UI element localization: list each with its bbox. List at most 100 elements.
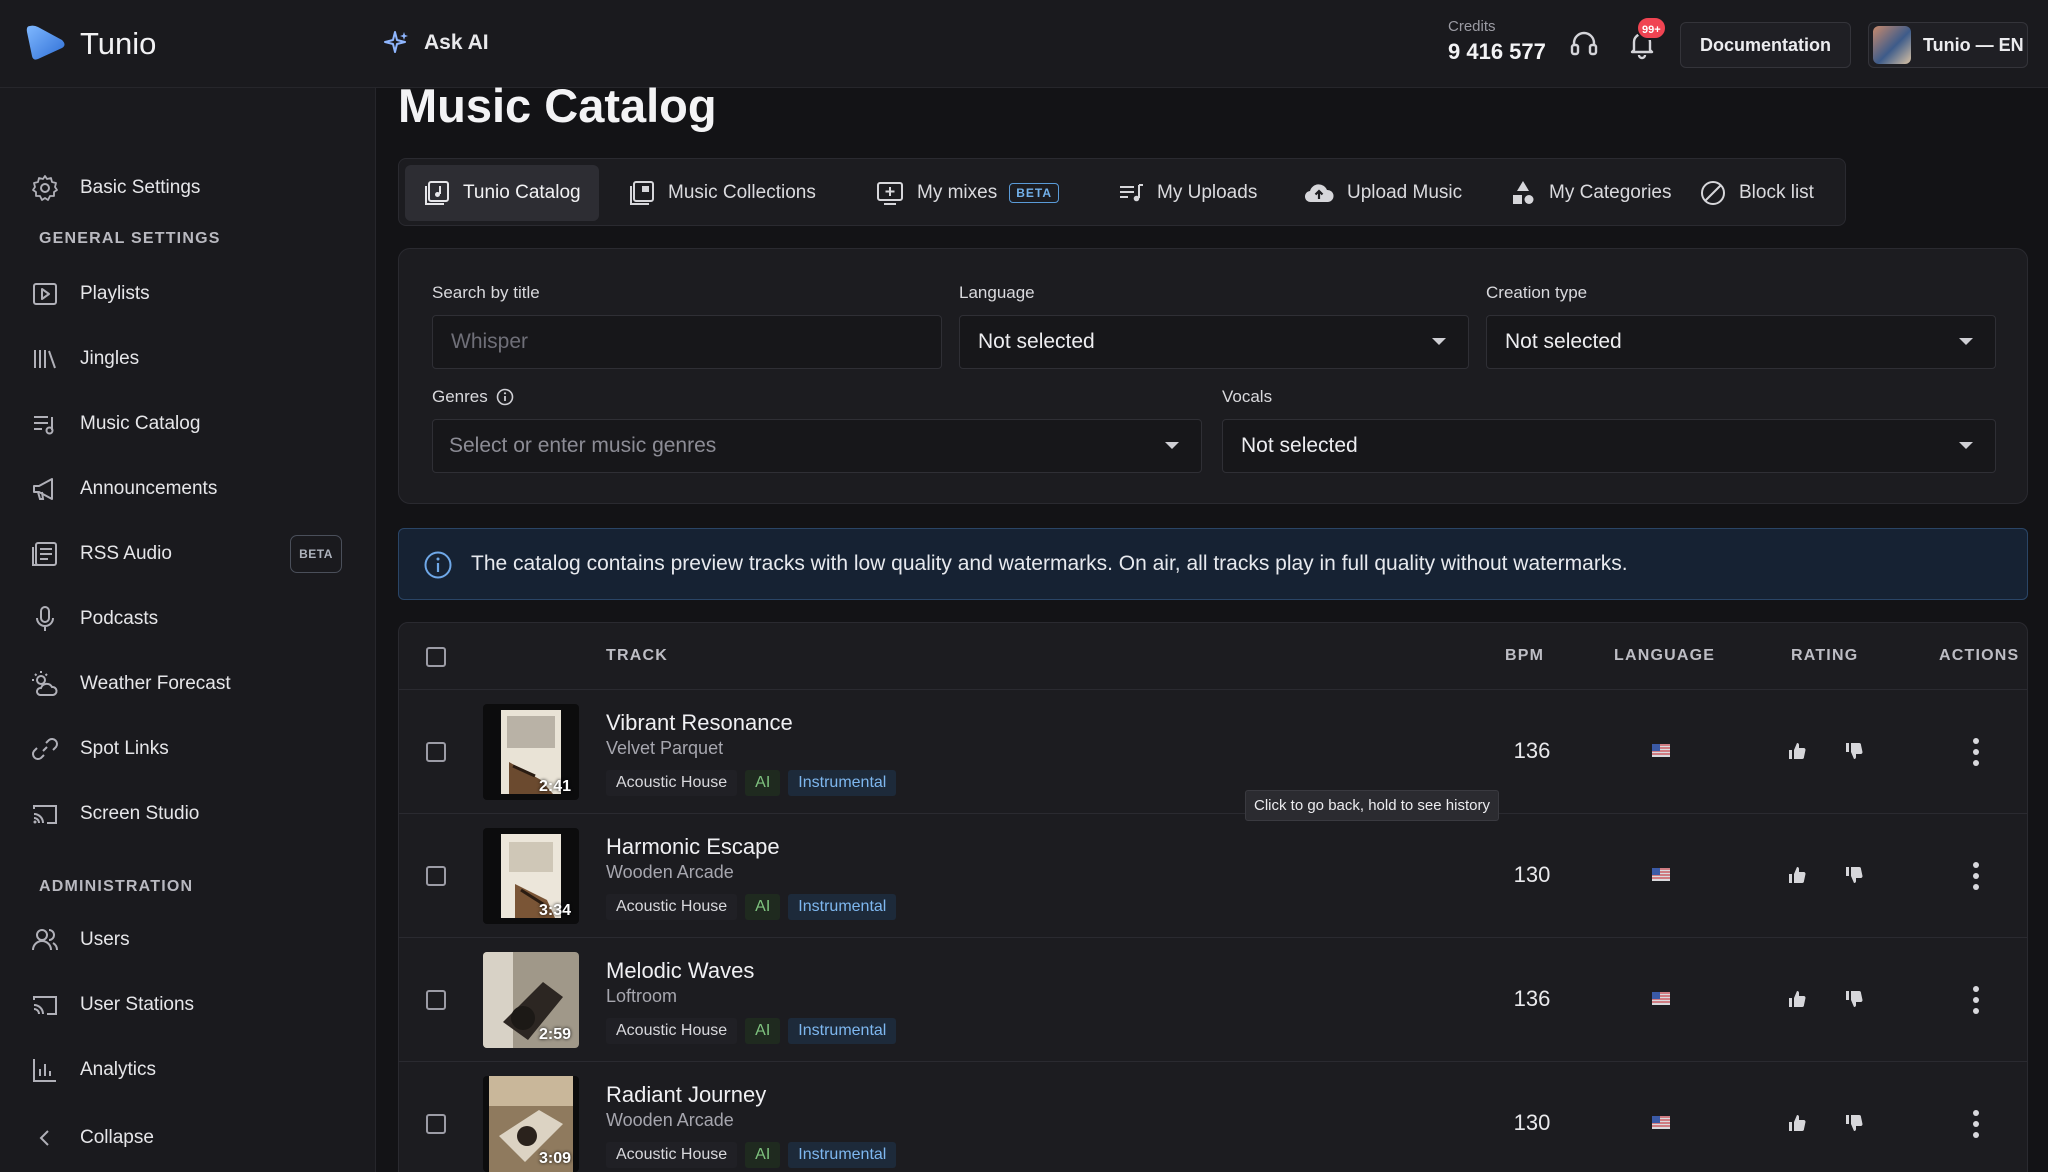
cast-icon — [33, 805, 57, 824]
chevron-left-icon — [39, 1130, 49, 1146]
sidebar-item-label: Analytics — [80, 1059, 157, 1080]
sidebar-item-label: Screen Studio — [80, 803, 200, 824]
tab-block-list[interactable]: Block list — [1681, 165, 1832, 221]
track-cover[interactable]: 2:59 — [483, 952, 579, 1048]
track-cover[interactable]: 3:09 — [483, 1076, 579, 1172]
creation-type-value: Not selected — [1505, 330, 1622, 353]
thumbs-down-icon[interactable] — [1843, 1112, 1865, 1134]
weather-icon — [32, 671, 58, 696]
sidebar-item-label: Announcements — [80, 478, 218, 499]
catalog-tabs: Tunio Catalog Music Collections My mixes… — [398, 158, 1846, 226]
sidebar-item-spot-links[interactable]: Spot Links — [0, 723, 376, 775]
thumbs-up-icon[interactable] — [1786, 740, 1808, 762]
tooltip: Click to go back, hold to see history — [1245, 790, 1499, 821]
duration-label: 3:09 — [538, 1150, 571, 1167]
genres-label: Genres — [432, 387, 488, 406]
column-header-bpm: BPM — [1505, 647, 1545, 664]
info-icon[interactable] — [496, 388, 514, 406]
thumbs-down-icon[interactable] — [1843, 864, 1865, 886]
track-cover[interactable]: 2:41 — [483, 704, 579, 800]
row-checkbox[interactable] — [426, 742, 446, 762]
vocals-value: Not selected — [1241, 434, 1358, 457]
thumbs-up-icon[interactable] — [1786, 864, 1808, 886]
sidebar-item-users[interactable]: Users — [0, 914, 376, 966]
tab-upload-music[interactable]: Upload Music — [1285, 165, 1480, 221]
us-flag-icon — [1652, 744, 1670, 757]
duration-label: 2:41 — [538, 778, 571, 795]
table-row[interactable]: 2:59 Melodic Waves Loftroom Acoustic Hou… — [399, 937, 2027, 1061]
thumbs-down-icon[interactable] — [1843, 988, 1865, 1010]
ask-ai-button[interactable]: Ask AI — [384, 30, 489, 56]
sidebar-item-podcasts[interactable]: Podcasts — [0, 593, 376, 645]
tab-tunio-catalog[interactable]: Tunio Catalog — [405, 165, 599, 221]
block-icon — [1701, 181, 1725, 205]
vocals-select[interactable]: Not selected — [1222, 419, 1996, 473]
select-all-checkbox[interactable] — [426, 647, 446, 667]
row-checkbox[interactable] — [426, 1114, 446, 1134]
tunio-logo-icon[interactable] — [24, 22, 68, 62]
category-icon — [1513, 181, 1534, 204]
table-row[interactable]: 2:41 Vibrant Resonance Velvet Parquet Ac… — [399, 689, 2027, 813]
track-cover[interactable]: 3:34 — [483, 828, 579, 924]
documentation-button[interactable]: Documentation — [1680, 22, 1851, 68]
track-title[interactable]: Melodic Waves — [606, 958, 754, 984]
users-icon — [32, 929, 59, 951]
table-row[interactable]: 3:09 Radiant Journey Wooden Arcade Acous… — [399, 1061, 2027, 1172]
sidebar-item-rss-audio[interactable]: RSS Audio BETA — [0, 528, 376, 580]
sidebar-item-music-catalog[interactable]: Music Catalog — [0, 398, 376, 450]
sidebar-item-analytics[interactable]: Analytics — [0, 1044, 376, 1096]
more-actions-icon[interactable] — [1971, 986, 1981, 1014]
more-actions-icon[interactable] — [1971, 1110, 1981, 1138]
tab-my-uploads[interactable]: My Uploads — [1099, 165, 1275, 221]
tab-music-collections[interactable]: Music Collections — [610, 165, 834, 221]
table-row[interactable]: 3:34 Harmonic Escape Wooden Arcade Acous… — [399, 813, 2027, 937]
creation-type-select[interactable]: Not selected — [1486, 315, 1996, 369]
stations-icon — [33, 996, 57, 1015]
track-title[interactable]: Harmonic Escape — [606, 834, 780, 860]
sidebar-item-label: RSS Audio — [80, 543, 172, 564]
row-checkbox[interactable] — [426, 866, 446, 886]
collections-icon — [630, 181, 654, 205]
ai-tag: AI — [745, 770, 781, 796]
beta-badge: BETA — [1009, 183, 1060, 203]
account-button[interactable]: Tunio — EN — [1868, 22, 2028, 68]
tab-my-categories[interactable]: My Categories — [1491, 165, 1690, 221]
sidebar-item-screen-studio[interactable]: Screen Studio — [0, 788, 376, 840]
track-artist: Wooden Arcade — [606, 862, 734, 882]
collapse-button[interactable]: Collapse — [0, 1112, 376, 1164]
sidebar-item-label: Spot Links — [80, 738, 169, 759]
bpm-value: 130 — [1513, 1110, 1551, 1135]
ai-tag: AI — [745, 894, 781, 920]
more-actions-icon[interactable] — [1971, 738, 1981, 766]
sidebar-item-user-stations[interactable]: User Stations — [0, 979, 376, 1031]
thumbs-down-icon[interactable] — [1843, 740, 1865, 762]
thumbs-up-icon[interactable] — [1786, 988, 1808, 1010]
sidebar-item-jingles[interactable]: Jingles — [0, 333, 376, 385]
row-checkbox[interactable] — [426, 990, 446, 1010]
genres-select[interactable]: Select or enter music genres — [432, 419, 1202, 473]
tracks-table: TRACK BPM LANGUAGE RATING ACTIONS 2:41 V… — [398, 622, 2028, 1172]
sidebar-item-playlists[interactable]: Playlists — [0, 268, 376, 320]
cloud-upload-icon — [1304, 184, 1334, 203]
tab-label: My Uploads — [1157, 182, 1258, 203]
more-actions-icon[interactable] — [1971, 862, 1981, 890]
caret-down-icon — [1959, 442, 1973, 449]
language-select[interactable]: Not selected — [959, 315, 1469, 369]
headset-icon[interactable] — [1568, 28, 1600, 60]
bpm-value: 130 — [1513, 862, 1551, 887]
sidebar-item-weather-forecast[interactable]: Weather Forecast — [0, 658, 376, 710]
credits-display: Credits 9 416 577 — [1448, 18, 1546, 65]
track-title[interactable]: Vibrant Resonance — [606, 710, 793, 736]
column-header-language: LANGUAGE — [1614, 647, 1716, 664]
sparkle-icon — [384, 31, 408, 53]
sidebar-item-basic-settings[interactable]: Basic Settings — [0, 162, 376, 214]
search-input[interactable] — [432, 315, 942, 369]
thumbs-up-icon[interactable] — [1786, 1112, 1808, 1134]
instrumental-tag: Instrumental — [788, 1018, 897, 1044]
search-input-field[interactable] — [451, 330, 941, 354]
sidebar-item-announcements[interactable]: Announcements — [0, 463, 376, 515]
genres-label-row: Genres — [432, 387, 514, 407]
tab-my-mixes[interactable]: My mixes BETA — [857, 165, 1077, 221]
track-title[interactable]: Radiant Journey — [606, 1082, 766, 1108]
sidebar-item-label: Basic Settings — [80, 177, 201, 198]
